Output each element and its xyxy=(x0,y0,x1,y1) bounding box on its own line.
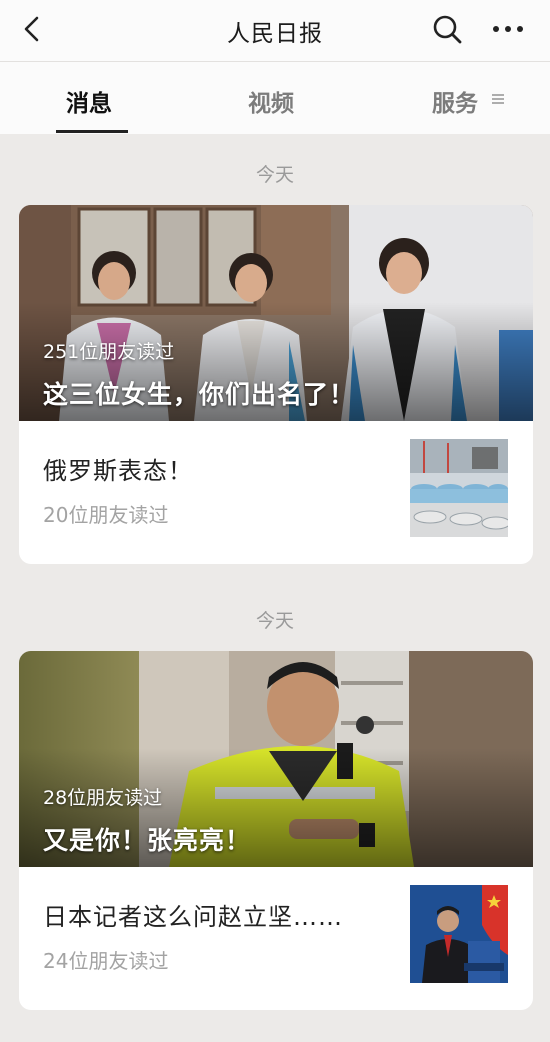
read-count: 24位朋友读过 xyxy=(43,949,169,973)
date-label: 今天 xyxy=(255,164,294,186)
menu-icon xyxy=(492,94,504,104)
read-count: 20位朋友读过 xyxy=(43,503,169,527)
top-bar: 人民日报 xyxy=(0,0,550,62)
article-title: 日本记者这么问赵立坚…… xyxy=(43,903,343,931)
article-list-item[interactable]: 日本记者这么问赵立坚…… 24位朋友读过 xyxy=(19,867,533,1009)
article-title: 俄罗斯表态！ xyxy=(43,457,193,485)
article-thumbnail xyxy=(410,885,508,983)
read-count: 28位朋友读过 xyxy=(43,787,163,809)
more-horizontal-icon[interactable] xyxy=(490,16,526,42)
active-tab-indicator xyxy=(56,130,128,133)
hero-article[interactable]: 28位朋友读过 又是你！张亮亮！ xyxy=(19,651,533,867)
search-icon[interactable] xyxy=(430,12,464,46)
article-card: 28位朋友读过 又是你！张亮亮！ 日本记者这么问赵立坚…… 24位朋友读过 xyxy=(19,651,533,1010)
tab-videos[interactable]: 视频 xyxy=(248,84,294,118)
tab-services[interactable]: 服务 xyxy=(432,84,478,118)
read-count: 251位朋友读过 xyxy=(43,341,175,363)
article-title: 这三位女生，你们出名了！ xyxy=(43,380,356,409)
article-thumbnail xyxy=(410,439,508,537)
article-list-item[interactable]: 俄罗斯表态！ 20位朋友读过 xyxy=(19,421,533,563)
hero-article[interactable]: 251位朋友读过 这三位女生，你们出名了！ xyxy=(19,205,533,421)
tab-bar: 消息 视频 服务 xyxy=(0,62,550,134)
article-card: 251位朋友读过 这三位女生，你们出名了！ 俄罗斯表态！ 20位朋友读过 xyxy=(19,205,533,564)
date-label: 今天 xyxy=(255,610,294,632)
page-title: 人民日报 xyxy=(227,21,323,47)
tab-messages[interactable]: 消息 xyxy=(66,84,112,118)
article-title: 又是你！张亮亮！ xyxy=(43,826,252,855)
